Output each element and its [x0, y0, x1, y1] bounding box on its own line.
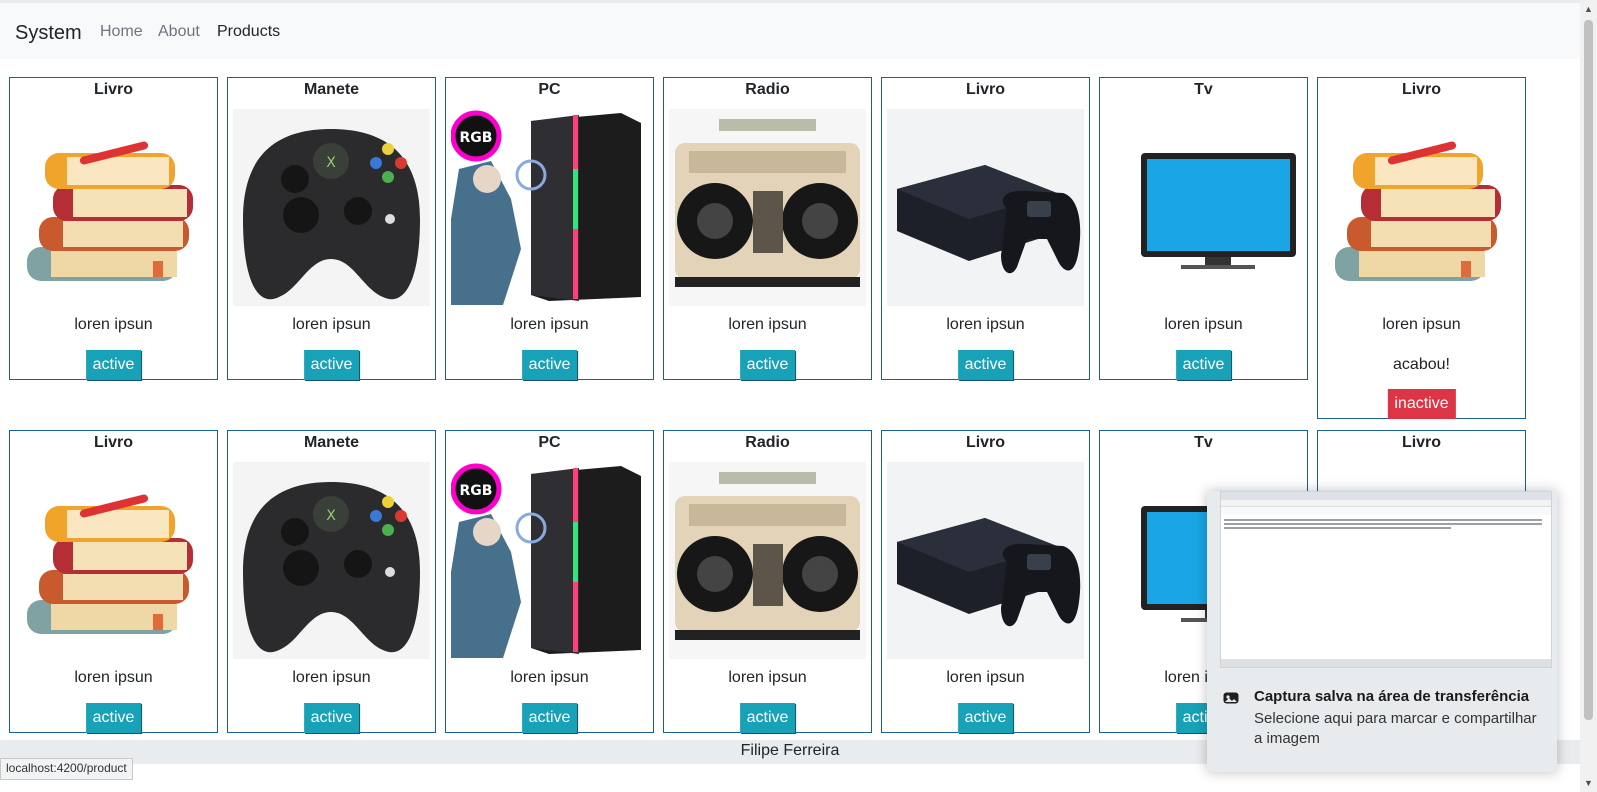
- navbar-brand[interactable]: System: [15, 22, 82, 45]
- gamepad-image: [233, 462, 430, 659]
- radio-image: [669, 109, 866, 306]
- product-card: Radio loren ipsun active: [663, 77, 872, 380]
- product-name: Radio: [745, 81, 790, 98]
- books-image: [1323, 109, 1520, 306]
- product-card: PC loren ipsun active: [445, 430, 654, 733]
- product-name: Manete: [303, 434, 360, 451]
- radio-image: [669, 462, 866, 659]
- status-badge[interactable]: active: [957, 350, 1014, 380]
- screenshot-notification[interactable]: Captura salva na área de transferência S…: [1207, 491, 1557, 772]
- product-name: Livro: [93, 434, 134, 451]
- product-description: loren ipsun: [1164, 316, 1243, 333]
- product-description: loren ipsun: [946, 669, 1025, 686]
- scrollbar-thumb[interactable]: [1584, 20, 1593, 720]
- status-badge[interactable]: active: [1175, 350, 1232, 380]
- status-badge[interactable]: active: [739, 703, 796, 733]
- browser-status-url: localhost:4200/product: [0, 758, 133, 780]
- product-description: loren ipsun: [728, 669, 807, 686]
- nav-link-products[interactable]: Products: [217, 23, 280, 41]
- navbar: System Home About Products: [0, 3, 1580, 59]
- scroll-up-icon[interactable]: ▲: [1584, 4, 1593, 14]
- status-badge[interactable]: active: [521, 703, 578, 733]
- product-name: Livro: [965, 434, 1006, 451]
- product-description: loren ipsun: [946, 316, 1025, 333]
- product-card: Manete loren ipsun active: [227, 77, 436, 380]
- product-name: Livro: [1401, 434, 1442, 451]
- books-image: [15, 462, 212, 659]
- status-badge[interactable]: active: [303, 350, 360, 380]
- product-name: Tv: [1194, 81, 1213, 98]
- product-name: Radio: [745, 434, 790, 451]
- product-description: loren ipsun: [728, 316, 807, 333]
- product-stock-message: acabou!: [1393, 356, 1450, 373]
- product-card: Radio loren ipsun active: [663, 430, 872, 733]
- status-badge[interactable]: active: [739, 350, 796, 380]
- product-name: Livro: [965, 81, 1006, 98]
- status-badge[interactable]: active: [957, 703, 1014, 733]
- product-description: loren ipsun: [74, 316, 153, 333]
- pc-tower-image: [451, 462, 648, 659]
- product-description: loren ipsun: [1382, 316, 1461, 333]
- gamepad-image: [233, 109, 430, 306]
- product-card: Livro loren ipsun active: [9, 77, 218, 380]
- product-name: Tv: [1194, 434, 1213, 451]
- scroll-down-icon[interactable]: ▼: [1584, 778, 1593, 788]
- product-card: Livro loren ipsun active: [881, 430, 1090, 733]
- product-name: Manete: [303, 81, 360, 98]
- product-description: loren ipsun: [74, 669, 153, 686]
- notification-title: Captura salva na área de transferência: [1254, 688, 1530, 705]
- product-name: PC: [538, 81, 561, 98]
- product-card: PC loren ipsun active: [445, 77, 654, 380]
- console-image: [887, 109, 1084, 306]
- product-name: PC: [538, 434, 561, 451]
- product-card: Livro loren ipsun acabou! inactive: [1317, 77, 1526, 419]
- pc-tower-image: [451, 109, 648, 306]
- product-card: Livro loren ipsun active: [9, 430, 218, 733]
- status-badge[interactable]: active: [85, 703, 142, 733]
- status-badge[interactable]: active: [85, 350, 142, 380]
- footer-author: Filipe Ferreira: [740, 742, 840, 759]
- product-description: loren ipsun: [510, 316, 589, 333]
- product-description: loren ipsun: [292, 316, 371, 333]
- snip-tool-icon: [1223, 692, 1239, 704]
- page-scrollbar[interactable]: ▲ ▼: [1580, 0, 1597, 792]
- tv-image: [1105, 109, 1302, 306]
- product-description: loren ipsun: [292, 669, 371, 686]
- product-name: Livro: [93, 81, 134, 98]
- product-card: Manete loren ipsun active: [227, 430, 436, 733]
- books-image: [15, 109, 212, 306]
- screenshot-preview[interactable]: [1220, 491, 1552, 668]
- status-badge[interactable]: active: [303, 703, 360, 733]
- product-name: Livro: [1401, 81, 1442, 98]
- nav-link-about[interactable]: About: [158, 23, 200, 41]
- notification-body: Selecione aqui para marcar e compartilha…: [1254, 710, 1537, 747]
- nav-link-home[interactable]: Home: [100, 23, 143, 41]
- console-image: [887, 462, 1084, 659]
- product-card: Livro loren ipsun active: [881, 77, 1090, 380]
- product-description: loren ipsun: [510, 669, 589, 686]
- status-badge[interactable]: inactive: [1387, 389, 1456, 419]
- product-card: Tv loren ipsun active: [1099, 77, 1308, 380]
- status-badge[interactable]: active: [521, 350, 578, 380]
